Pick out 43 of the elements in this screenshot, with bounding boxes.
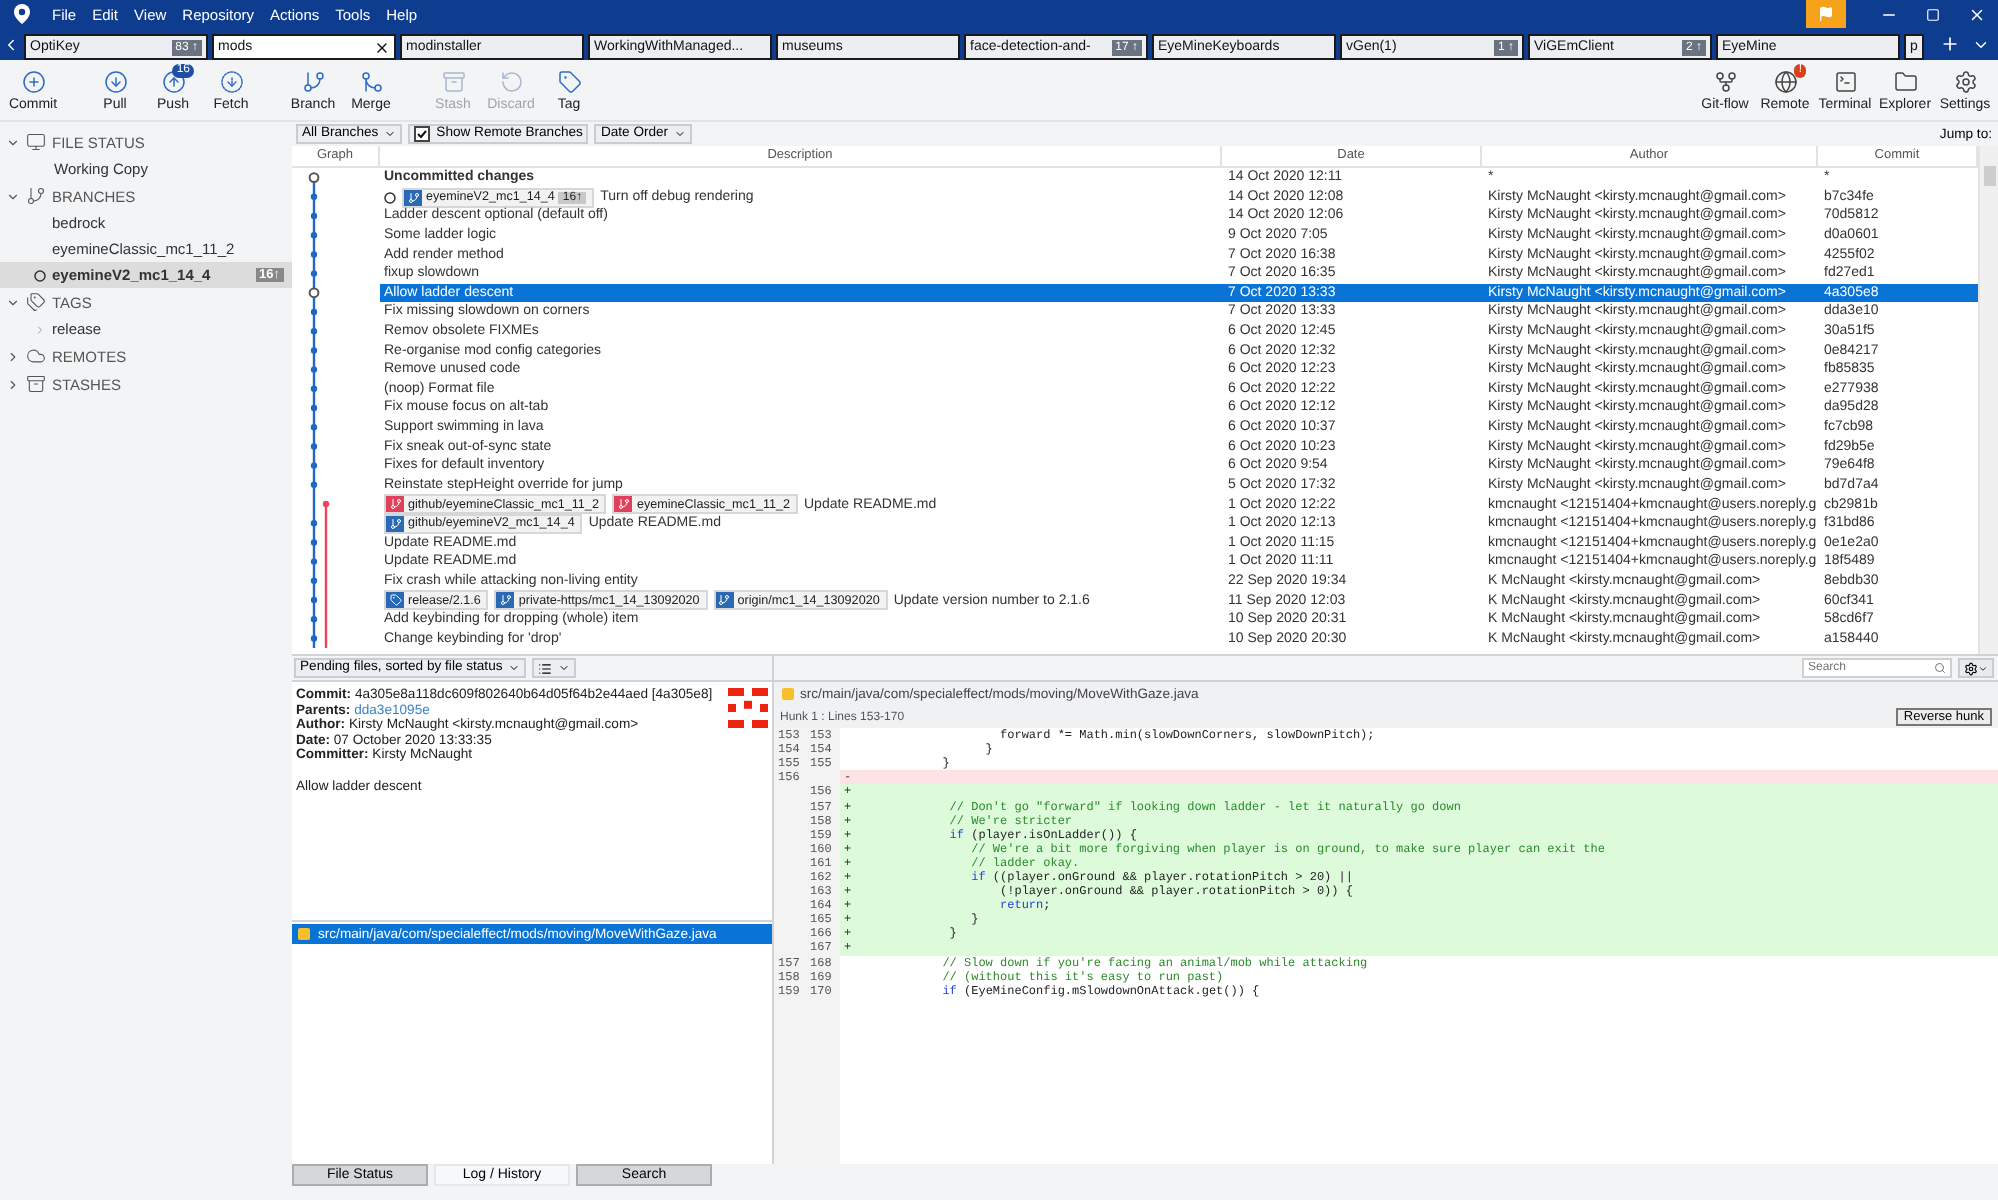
maximize-icon (1925, 7, 1939, 21)
tag-icon (26, 292, 46, 312)
scroll-left-icon[interactable] (2, 35, 20, 53)
modified-icon (782, 688, 794, 700)
close-icon[interactable] (374, 39, 390, 55)
arrow-down-icon (103, 69, 127, 93)
folder-icon (1893, 69, 1917, 93)
view-dropdown[interactable] (532, 658, 577, 678)
branch-icon (26, 186, 46, 206)
settings-dropdown[interactable] (1958, 658, 1994, 678)
new-tab-icon[interactable] (1940, 34, 1960, 54)
caret-icon (674, 128, 687, 140)
caret-icon (1978, 663, 1988, 673)
settings-icon (1953, 69, 1977, 93)
identicon-icon (728, 688, 768, 728)
check-icon (416, 128, 429, 140)
cloud-icon (26, 346, 46, 366)
terminal-icon (1833, 69, 1857, 93)
settings-icon (1964, 661, 1978, 675)
chevron-icon (6, 189, 20, 203)
tag-icon (557, 69, 581, 93)
monitor-icon (26, 132, 46, 152)
caret-icon (558, 662, 571, 674)
undo-icon (499, 69, 523, 93)
chevron-icon (6, 135, 20, 149)
caret-icon (508, 662, 521, 674)
globe-icon (1773, 69, 1797, 93)
close-icon (1967, 5, 1985, 23)
search-icon (1934, 662, 1946, 674)
archive-icon (441, 69, 465, 93)
chevron-icon (34, 323, 46, 335)
flag-icon (1818, 6, 1834, 22)
modified-icon (298, 928, 310, 940)
caret-icon (384, 128, 397, 140)
commit-icon (21, 69, 45, 93)
list-icon (538, 661, 553, 675)
current-branch-icon (34, 269, 46, 281)
archive-icon (26, 374, 46, 394)
merge-icon (359, 69, 383, 93)
branch-icon (301, 69, 325, 93)
arrow-down-icon (219, 69, 243, 93)
fork-icon (1713, 69, 1737, 93)
arrow-up-icon (161, 69, 185, 93)
